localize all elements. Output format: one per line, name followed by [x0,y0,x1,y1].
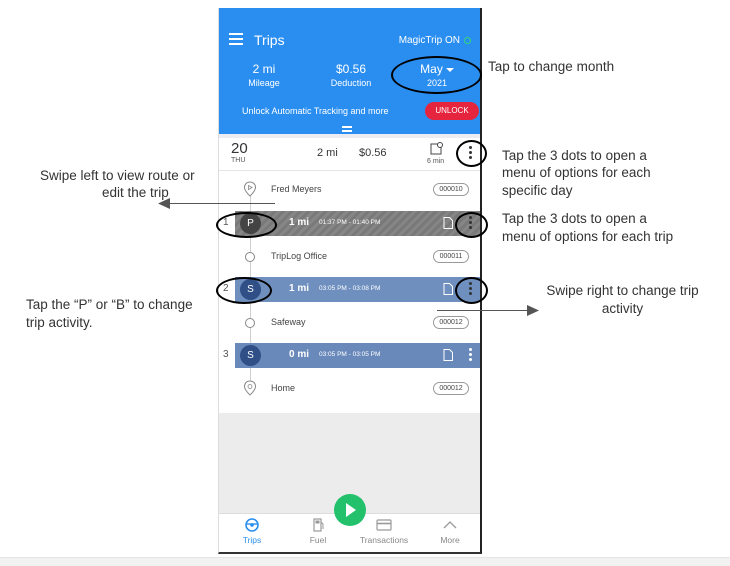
trip-distance: 1 mi [289,283,310,294]
trip-dots-highlight-ellipse [455,277,488,304]
stop-name: Fred Meyers [271,184,322,194]
nav-label: Trips [242,535,262,545]
trip-time: 03:05 PM - 03:05 PM [319,351,381,358]
day-dots-highlight-ellipse [456,140,487,167]
mileage-value: 2 mi [252,62,276,76]
trip-more-options-icon[interactable] [469,348,473,364]
start-trip-button[interactable] [334,494,366,526]
status-dot-icon [464,37,471,44]
unlock-button[interactable]: UNLOCK [425,102,479,120]
hamburger-menu-icon[interactable] [229,33,243,45]
stop-marker-icon [245,318,255,328]
annotation-swipe-left-line-2: edit the trip [102,185,169,200]
pager-dots [336,561,360,565]
document-icon[interactable] [443,283,453,295]
mileage-summary: 2 mi Mileage [237,62,291,88]
nav-label: Fuel [309,535,327,545]
swipe-right-arrow [437,310,527,311]
deduction-label: Deduction [330,78,372,88]
trip-number: 3 [223,349,229,360]
stop-name: Home [271,383,296,393]
month-highlight-ellipse [391,56,482,94]
stop-row[interactable]: Home 000012 [219,377,480,401]
day-duration: 6 min [427,158,445,165]
trip-row[interactable]: 3 S 0 mi 03:05 PM - 03:05 PM [219,343,480,368]
trip-distance: 1 mi [289,217,310,228]
day-weekday: THU [231,157,246,164]
swipe-left-arrow [168,203,275,204]
stop-code: 000012 [433,382,469,395]
trip-activity-button[interactable]: S [240,345,261,366]
magictrip-status[interactable]: MagicTrip ON [399,35,460,46]
mileage-label: Mileage [248,78,280,88]
stop-marker-icon [245,252,255,262]
deduction-summary: $0.56 Deduction [323,62,379,88]
trip-time: 01:37 PM - 01:40 PM [319,219,381,226]
annotation-day-menu-line-3: specific day [502,183,573,198]
day-distance: 2 mi [317,147,338,159]
annotation-trip-menu-line-1: Tap the 3 dots to open a [502,211,647,226]
trip-time: 03:05 PM - 03:08 PM [319,285,381,292]
day-date: 20 [231,140,248,157]
map-pin-icon[interactable] [430,142,444,155]
day-deduction: $0.56 [359,147,387,159]
fuel-pump-icon [313,518,324,532]
page-title: Trips [254,32,285,48]
end-pin-icon [243,380,257,396]
annotation-change-month: Tap to change month [488,59,615,74]
stop-code: 000010 [433,183,469,196]
nav-label: Transactions [359,535,409,545]
stop-code: 000011 [433,250,469,263]
day-header-row[interactable]: 20 THU 2 mi $0.56 6 min [219,138,480,171]
stop-row[interactable]: Fred Meyers 000010 [219,178,480,202]
unlock-text: Unlock Automatic Tracking and more [242,106,389,116]
bottom-strip [0,557,730,566]
nav-item-transactions[interactable]: Transactions [351,518,417,545]
annotation-activity-line-2: trip activity. [26,315,93,330]
steering-wheel-icon [245,518,259,532]
chevron-up-icon [443,521,457,529]
trip-distance: 0 mi [289,349,310,360]
stop-code: 000012 [433,316,469,329]
annotation-swipe-right-line-2: activity [601,301,644,316]
trip-dots-highlight-ellipse [455,212,488,238]
nav-item-trips[interactable]: Trips [219,518,285,545]
stop-row[interactable]: Safeway 000012 [219,311,480,335]
card-icon [376,519,392,531]
annotation-day-menu-line-1: Tap the 3 dots to open a [502,148,647,163]
activity-highlight-ellipse [216,212,277,238]
document-icon[interactable] [443,217,453,229]
stop-row[interactable]: TripLog Office 000011 [219,245,480,269]
activity-highlight-ellipse [216,277,272,304]
stop-name: TripLog Office [271,251,328,261]
deduction-value: $0.56 [335,62,367,76]
annotation-activity-line-1: Tap the “P” or “B” to change [26,297,193,312]
annotation-swipe-right-line-1: Swipe right to change trip [546,283,699,298]
start-pin-icon [243,181,257,197]
annotation-swipe-left-line-1: Swipe left to view route or [40,168,195,183]
annotation-trip-menu-line-2: menu of options for each trip [502,229,674,244]
nav-label: More [440,535,460,545]
stop-name: Safeway [271,317,306,327]
nav-item-more[interactable]: More [417,518,480,545]
annotation-day-menu-line-2: menu of options for each [502,165,651,180]
document-icon[interactable] [443,349,453,361]
